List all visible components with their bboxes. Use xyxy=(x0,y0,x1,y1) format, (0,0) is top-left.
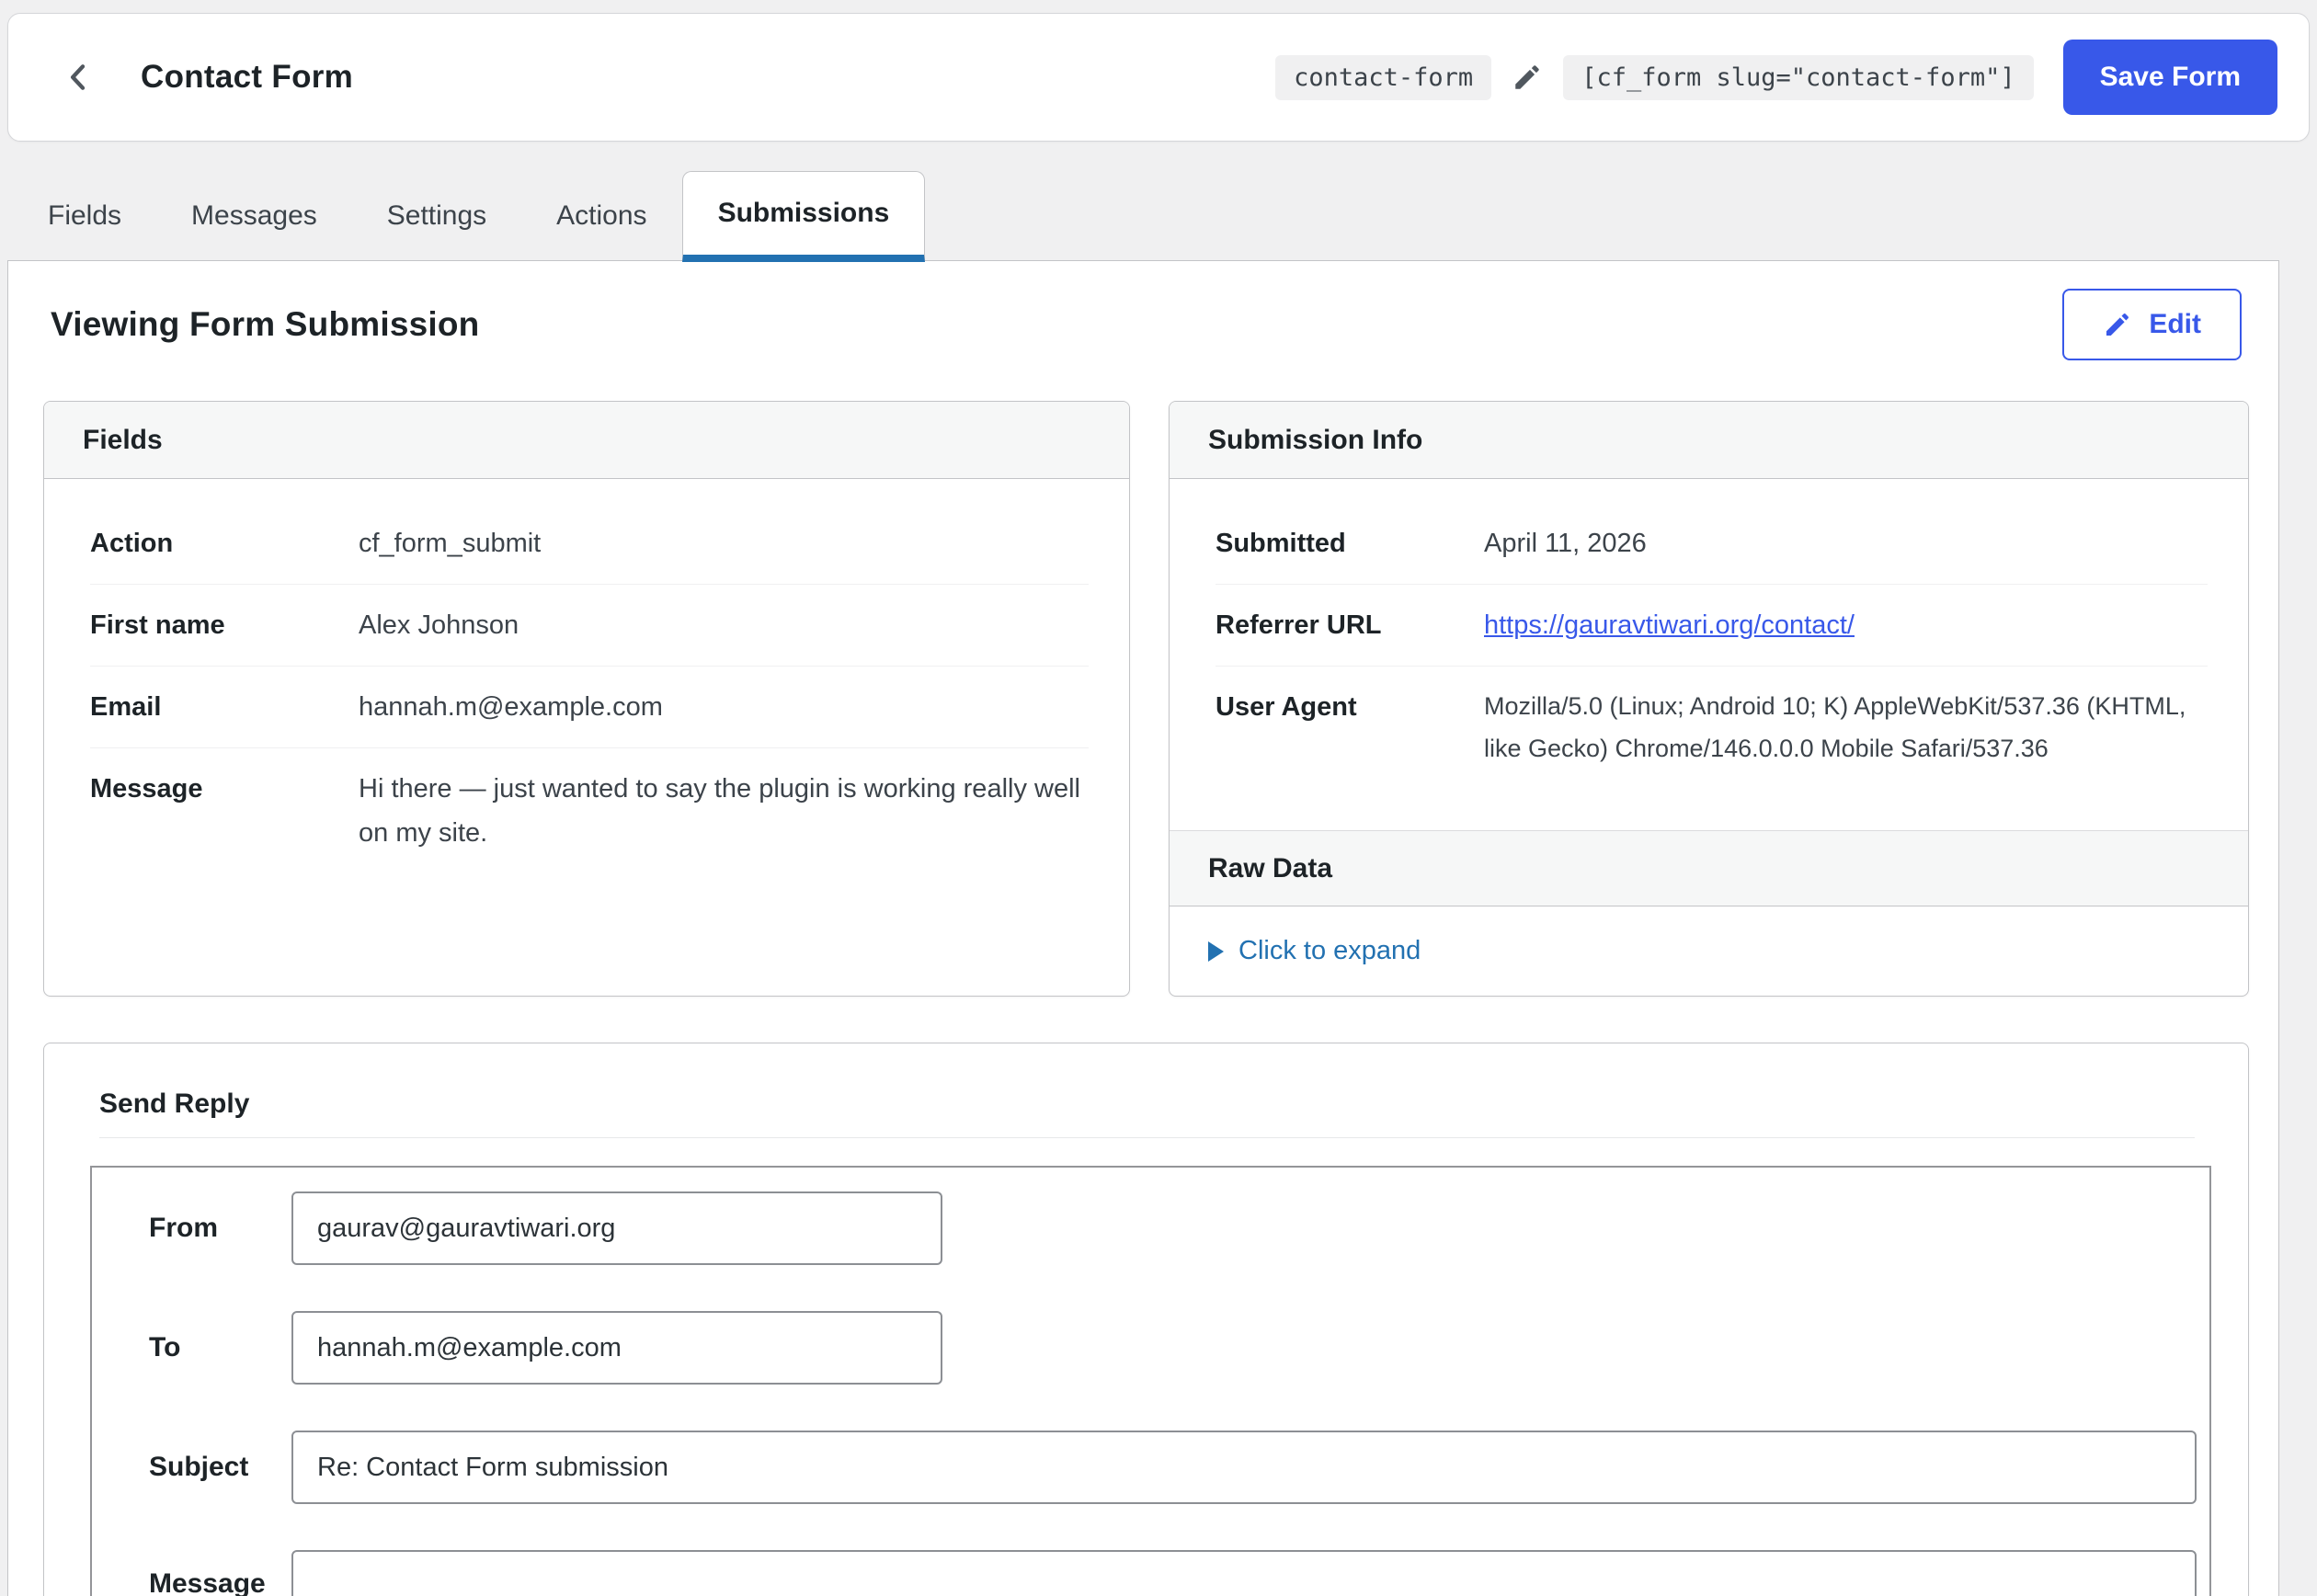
content-header: Viewing Form Submission Edit xyxy=(8,261,2278,360)
edit-submission-button[interactable]: Edit xyxy=(2062,289,2242,360)
raw-data-row: Click to expand xyxy=(1170,906,2248,996)
field-label: First name xyxy=(90,603,359,647)
fields-card-body: Action cf_form_submit First name Alex Jo… xyxy=(44,479,1129,996)
reply-row-subject: Subject xyxy=(149,1431,2197,1504)
info-value: Mozilla/5.0 (Linux; Android 10; K) Apple… xyxy=(1484,685,2208,770)
fields-card-title: Fields xyxy=(44,402,1129,479)
info-row-user-agent: User Agent Mozilla/5.0 (Linux; Android 1… xyxy=(1216,667,2208,788)
field-value: Alex Johnson xyxy=(359,603,1089,647)
info-row-submitted: Submitted April 11, 2026 xyxy=(1216,503,2208,585)
field-row-email: Email hannah.m@example.com xyxy=(90,667,1089,748)
field-label: Message xyxy=(90,767,359,855)
info-label: User Agent xyxy=(1216,685,1484,770)
submission-info-card: Submission Info Submitted April 11, 2026… xyxy=(1169,401,2249,997)
send-reply-title: Send Reply xyxy=(44,1043,2248,1124)
field-row-message: Message Hi there — just wanted to say th… xyxy=(90,748,1089,873)
expand-label: Click to expand xyxy=(1238,936,1421,966)
header-actions: contact-form [cf_form slug="contact-form… xyxy=(1275,40,2277,115)
field-row-first-name: First name Alex Johnson xyxy=(90,585,1089,667)
info-label: Referrer URL xyxy=(1216,603,1484,647)
pencil-icon xyxy=(2103,310,2132,339)
message-label: Message xyxy=(149,1568,291,1596)
reply-row-from: From xyxy=(149,1191,2197,1265)
tab-fields[interactable]: Fields xyxy=(13,171,156,261)
submission-info-body: Submitted April 11, 2026 Referrer URL ht… xyxy=(1170,479,2248,830)
raw-data-title: Raw Data xyxy=(1170,830,2248,906)
message-textarea[interactable] xyxy=(291,1550,2197,1596)
tab-settings[interactable]: Settings xyxy=(352,171,521,261)
subject-input[interactable] xyxy=(291,1431,2197,1504)
subject-label: Subject xyxy=(149,1452,291,1483)
header-bar: Contact Form contact-form [cf_form slug=… xyxy=(7,13,2310,142)
reply-row-to: To xyxy=(149,1311,2197,1385)
info-value: https://gauravtiwari.org/contact/ xyxy=(1484,603,2208,647)
form-slug-badge: contact-form xyxy=(1275,55,1491,100)
divider xyxy=(99,1137,2195,1138)
send-reply-card: Send Reply From To Subject Message xyxy=(43,1043,2249,1596)
pencil-icon xyxy=(1512,62,1543,93)
submissions-panel: Viewing Form Submission Edit Fields Acti… xyxy=(7,260,2279,1596)
fields-card: Fields Action cf_form_submit First name … xyxy=(43,401,1130,997)
edit-button-label: Edit xyxy=(2149,309,2201,340)
info-label: Submitted xyxy=(1216,521,1484,565)
submission-info-title: Submission Info xyxy=(1170,402,2248,479)
field-value: hannah.m@example.com xyxy=(359,685,1089,729)
chevron-left-icon xyxy=(60,59,97,96)
from-input[interactable] xyxy=(291,1191,942,1265)
submission-cards: Fields Action cf_form_submit First name … xyxy=(43,401,2249,997)
field-value: cf_form_submit xyxy=(359,521,1089,565)
tab-messages[interactable]: Messages xyxy=(156,171,352,261)
page-title: Contact Form xyxy=(141,59,353,96)
raw-data-expand-toggle[interactable]: Click to expand xyxy=(1208,936,1421,966)
shortcode-badge: [cf_form slug="contact-form"] xyxy=(1563,55,2033,100)
tab-bar: Fields Messages Settings Actions Submiss… xyxy=(7,171,925,261)
back-button[interactable] xyxy=(54,53,102,101)
info-value: April 11, 2026 xyxy=(1484,521,2208,565)
edit-slug-button[interactable] xyxy=(1512,62,1543,93)
reply-form: From To Subject Message xyxy=(90,1166,2211,1596)
field-row-action: Action cf_form_submit xyxy=(90,503,1089,585)
referrer-url-link[interactable]: https://gauravtiwari.org/contact/ xyxy=(1484,610,1855,640)
tab-actions[interactable]: Actions xyxy=(521,171,681,261)
triangle-right-icon xyxy=(1208,941,1224,962)
from-label: From xyxy=(149,1213,291,1244)
save-form-button[interactable]: Save Form xyxy=(2063,40,2277,115)
field-value: Hi there — just wanted to say the plugin… xyxy=(359,767,1089,855)
to-input[interactable] xyxy=(291,1311,942,1385)
info-row-referrer: Referrer URL https://gauravtiwari.org/co… xyxy=(1216,585,2208,667)
reply-row-message: Message xyxy=(149,1550,2197,1596)
to-label: To xyxy=(149,1332,291,1363)
tab-submissions[interactable]: Submissions xyxy=(682,171,926,262)
field-label: Email xyxy=(90,685,359,729)
view-title: Viewing Form Submission xyxy=(51,305,480,344)
field-label: Action xyxy=(90,521,359,565)
